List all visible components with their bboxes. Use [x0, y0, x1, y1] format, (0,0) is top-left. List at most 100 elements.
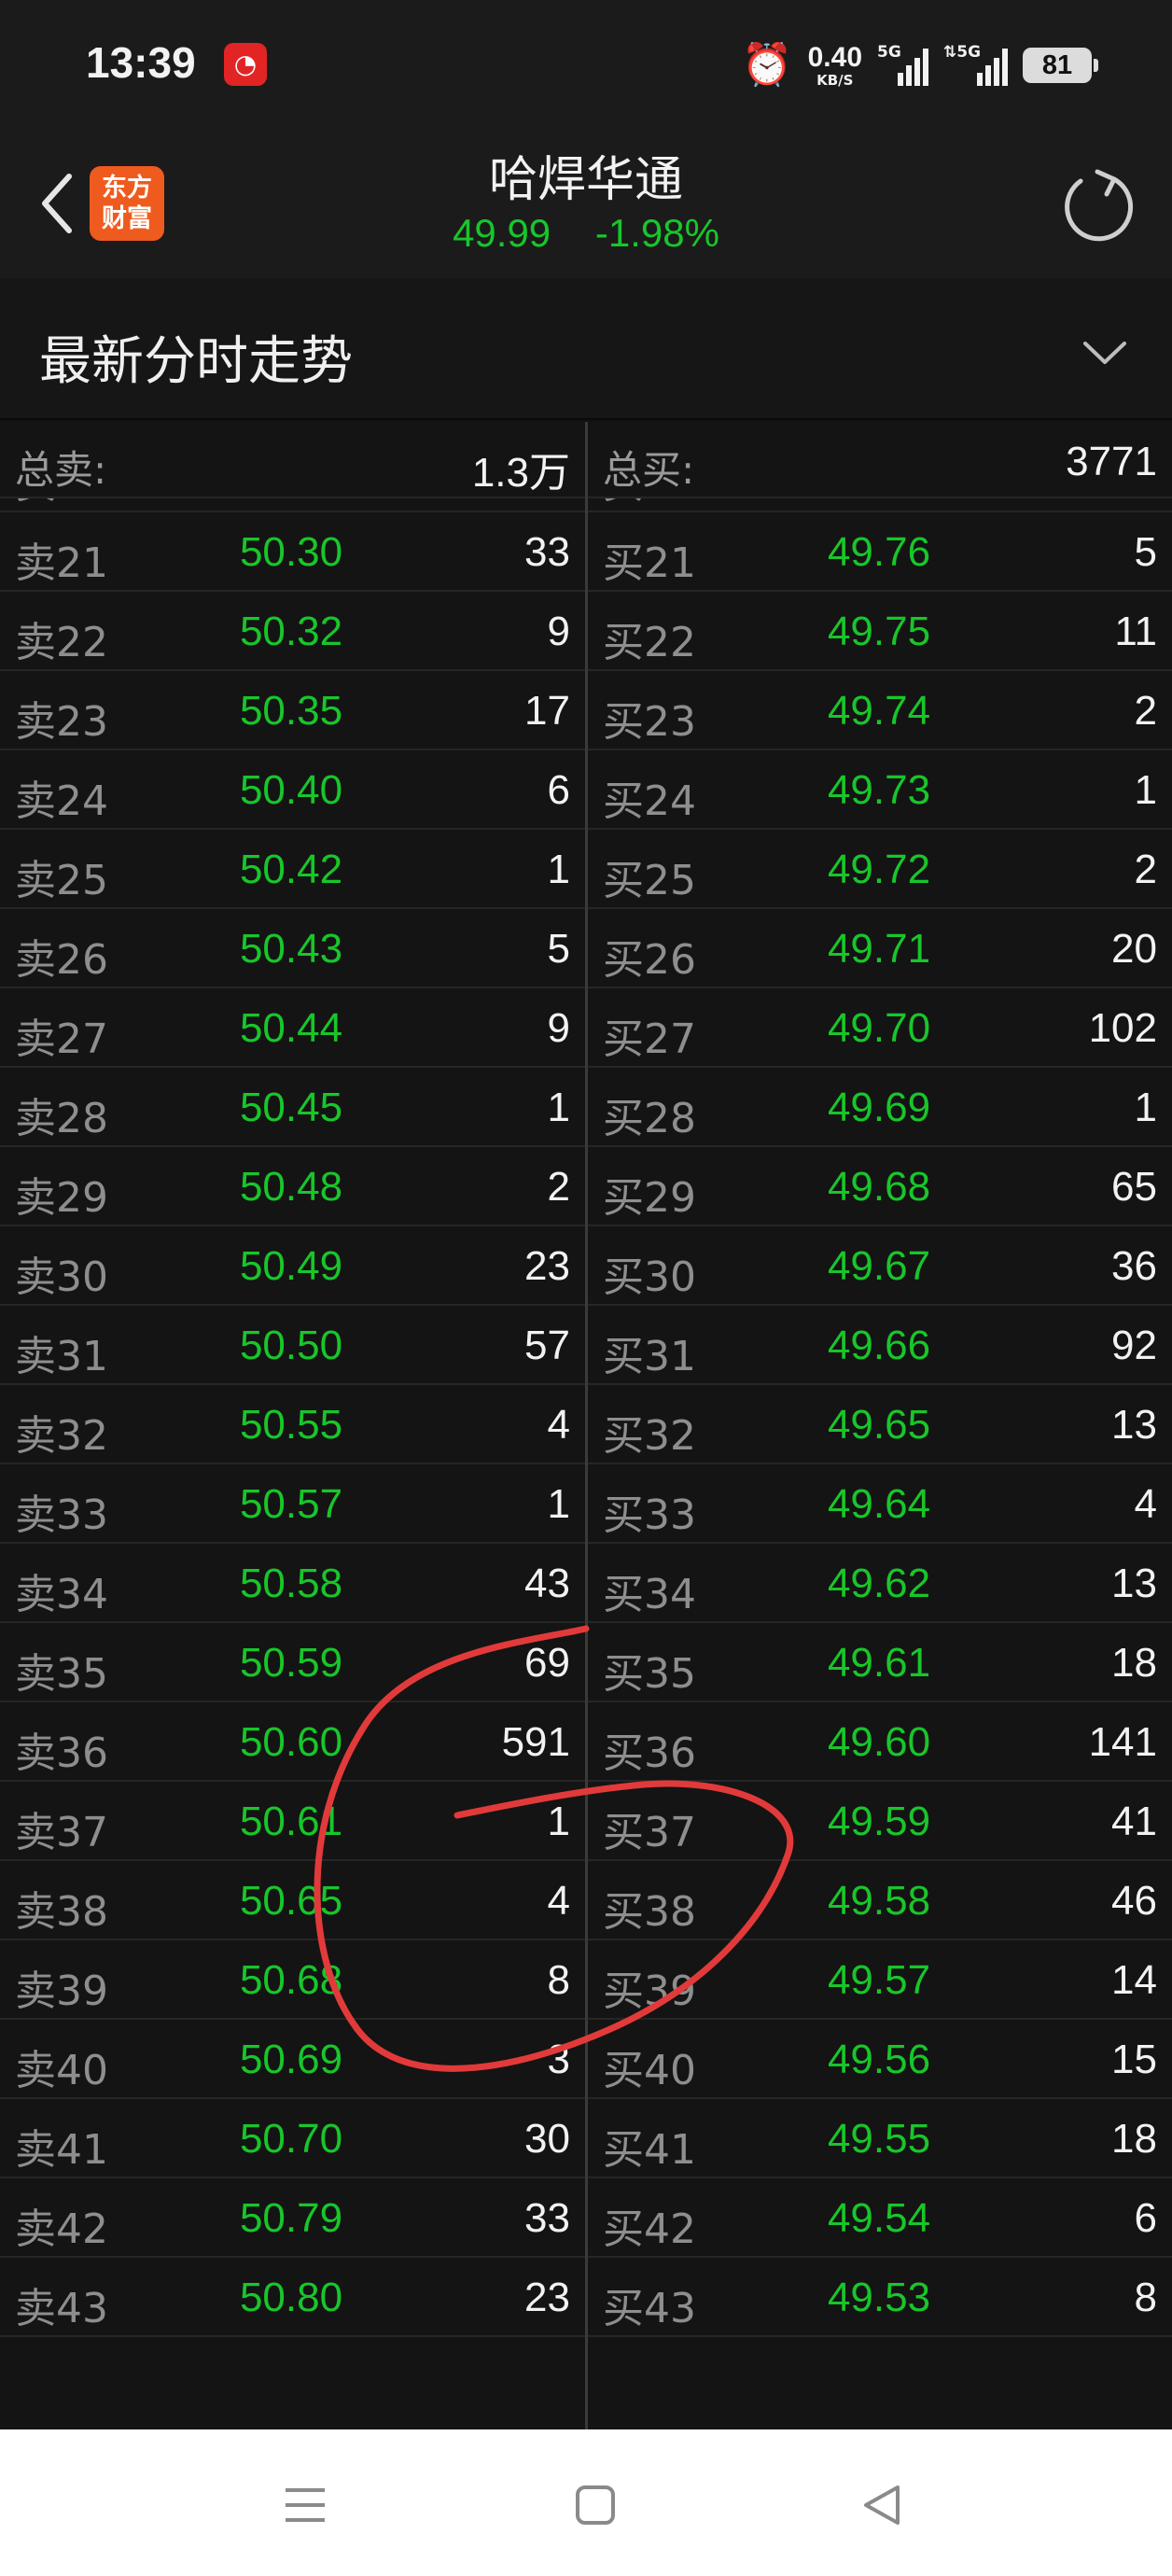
bid-quantity: 1 [1134, 1085, 1157, 1130]
ask-price: 50.55 [239, 1402, 343, 1448]
total-sell: 总卖: 1.3万 [0, 422, 585, 497]
bid-price: 49.62 [827, 1561, 931, 1606]
bid-level: 买42 [603, 2205, 696, 2253]
bid-price: 49.58 [827, 1878, 931, 1924]
ask-level: 卖25 [15, 857, 108, 904]
bid-price: 49.54 [827, 2195, 931, 2241]
ask-level: 卖32 [15, 1412, 108, 1460]
bid-level: 买32 [603, 1412, 696, 1460]
ask-quantity: 57 [524, 1323, 570, 1368]
ask-quantity: 17 [524, 688, 570, 734]
alarm-icon: ⏰ [741, 41, 793, 89]
collapse-button[interactable] [1077, 329, 1133, 375]
ask-price: 50.50 [239, 1323, 343, 1368]
bid-side: 买34 49.62 13 [588, 1544, 1172, 1623]
stock-price: 49.99 [453, 211, 551, 255]
nav-menu-button[interactable] [263, 2463, 347, 2547]
bid-quantity: 8 [1134, 2275, 1157, 2320]
ask-quantity: 23 [524, 1243, 570, 1289]
nav-home-button[interactable] [553, 2463, 637, 2547]
ask-side: 卖30 50.49 23 [0, 1226, 585, 1306]
bid-side: 买28 49.69 1 [588, 1068, 1172, 1147]
ask-side: 卖27 50.44 9 [0, 988, 585, 1068]
ask-price: 50.49 [239, 1243, 343, 1289]
ask-side: 卖31 50.50 57 [0, 1306, 585, 1385]
ask-level: 卖39 [15, 1967, 108, 2015]
ask-price: 50.57 [239, 1481, 343, 1527]
ask-price: 50.69 [239, 2037, 343, 2082]
ask-level: 卖22 [15, 619, 108, 666]
bid-level: 买30 [603, 1253, 696, 1301]
ask-side: 卖41 50.70 30 [0, 2099, 585, 2178]
bid-quantity: 36 [1111, 1243, 1157, 1289]
network-speed-value: 0.40 [807, 41, 862, 73]
order-book[interactable]: 总卖: 1.3万 总买: 3771 卖2050.293买2049.773卖215… [0, 422, 1172, 2429]
ask-quantity: 1 [547, 1085, 570, 1130]
ask-price: 50.65 [239, 1878, 343, 1924]
bid-level: 买43 [603, 2285, 696, 2332]
bid-level: 买21 [603, 539, 696, 587]
bid-side: 买30 49.67 36 [588, 1226, 1172, 1306]
bid-level: 买36 [603, 1729, 696, 1777]
ask-side: 卖28 50.45 1 [0, 1068, 585, 1147]
bid-quantity: 2 [1134, 688, 1157, 734]
bid-price: 49.67 [827, 1243, 931, 1289]
bid-side: 买37 49.59 41 [588, 1782, 1172, 1861]
bid-price: 49.68 [827, 1164, 931, 1210]
bid-level: 买23 [603, 698, 696, 746]
ask-level: 卖30 [15, 1253, 108, 1301]
ask-level: 卖23 [15, 698, 108, 746]
ask-side: 卖37 50.61 1 [0, 1782, 585, 1861]
bid-quantity: 92 [1111, 1323, 1157, 1368]
bid-side: 买22 49.75 11 [588, 592, 1172, 671]
ask-side: 卖40 50.69 3 [0, 2020, 585, 2099]
bid-quantity: 1 [1134, 767, 1157, 813]
battery-icon: 81 [1023, 48, 1098, 83]
ask-level: 卖38 [15, 1888, 108, 1936]
ask-level: 卖40 [15, 2047, 108, 2094]
bid-level: 买39 [603, 1967, 696, 2015]
ask-level: 卖21 [15, 539, 108, 587]
bid-quantity: 4 [1134, 1481, 1157, 1527]
bid-price: 49.53 [827, 2275, 931, 2320]
ask-level: 卖29 [15, 1174, 108, 1222]
ask-quantity: 9 [547, 1005, 570, 1051]
bid-side: 买35 49.61 18 [588, 1623, 1172, 1702]
bid-quantity: 18 [1111, 2116, 1157, 2162]
ask-quantity: 33 [524, 529, 570, 575]
ask-price: 50.44 [239, 1005, 343, 1051]
bid-quantity: 102 [1088, 1005, 1157, 1051]
ask-quantity: 6 [547, 767, 570, 813]
ask-side: 卖24 50.40 6 [0, 750, 585, 830]
ask-level: 卖42 [15, 2205, 108, 2253]
total-sell-label: 总卖: [15, 447, 107, 493]
ask-quantity: 1 [547, 1799, 570, 1844]
ask-quantity: 8 [547, 1957, 570, 2003]
bid-side: 买26 49.71 20 [588, 909, 1172, 988]
nav-back-button[interactable] [840, 2463, 924, 2547]
bid-side: 买39 49.57 14 [588, 1940, 1172, 2020]
ask-quantity: 43 [524, 1561, 570, 1606]
bid-quantity: 5 [1134, 529, 1157, 575]
bid-level: 买25 [603, 857, 696, 904]
bid-quantity: 141 [1088, 1719, 1157, 1765]
bid-price: 49.66 [827, 1323, 931, 1368]
bid-level: 买35 [603, 1650, 696, 1698]
bid-quantity: 65 [1111, 1164, 1157, 1210]
bid-side: 买31 49.66 92 [588, 1306, 1172, 1385]
ask-quantity: 4 [547, 1878, 570, 1924]
ask-price: 50.59 [239, 1640, 343, 1686]
bid-price: 49.74 [827, 688, 931, 734]
system-nav-bar [0, 2429, 1172, 2576]
ask-level: 卖34 [15, 1571, 108, 1618]
ask-price: 50.45 [239, 1085, 343, 1130]
ask-quantity: 69 [524, 1640, 570, 1686]
ask-price: 50.61 [239, 1799, 343, 1844]
bid-price: 49.72 [827, 847, 931, 892]
ask-side: 卖22 50.32 9 [0, 592, 585, 671]
ask-side: 卖35 50.59 69 [0, 1623, 585, 1702]
ask-price: 50.80 [239, 2275, 343, 2320]
refresh-button[interactable] [1054, 161, 1144, 250]
network-speed: 0.40 KB/S [807, 41, 862, 88]
section-header[interactable]: 最新分时走势 [0, 278, 1172, 420]
